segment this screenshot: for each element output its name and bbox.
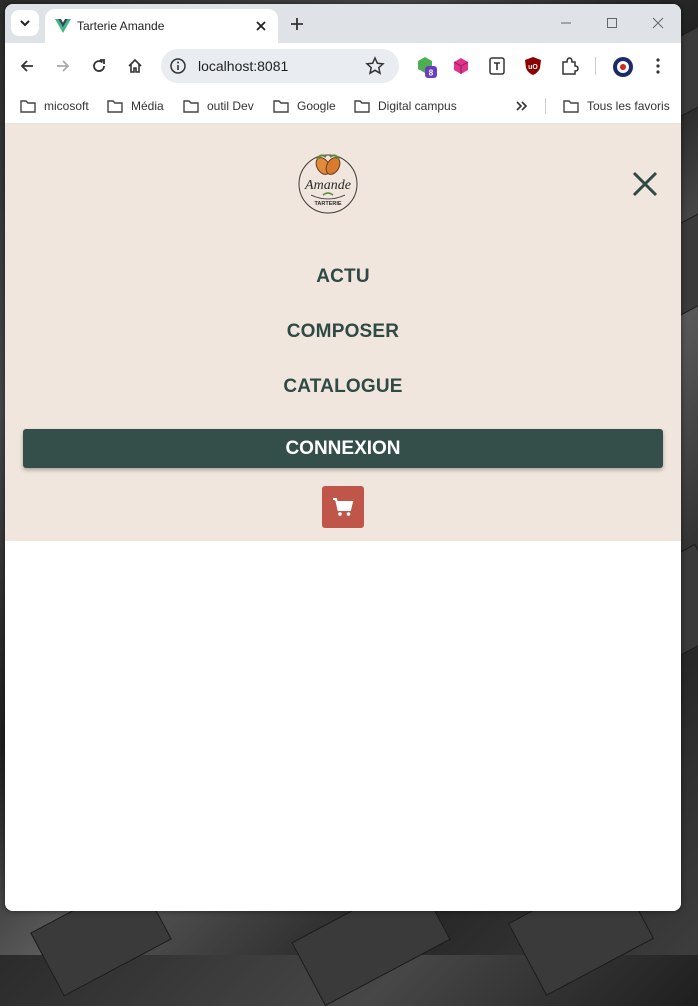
profile-button[interactable] — [612, 56, 633, 77]
extension-vue-devtools[interactable]: 8 — [416, 56, 437, 78]
extension-text[interactable] — [487, 56, 507, 76]
address-text[interactable]: localhost:8081 — [198, 58, 288, 74]
back-button[interactable] — [13, 52, 41, 80]
minimize-icon — [561, 22, 571, 24]
mobile-nav-menu: Amande TARTERIE ACTU COMPOSER CATALOGUE … — [5, 124, 681, 541]
bookmark-label: outil Dev — [207, 99, 254, 113]
svg-text:uO: uO — [528, 64, 538, 71]
reload-button[interactable] — [85, 52, 113, 80]
nav-link-composer[interactable]: COMPOSER — [5, 321, 681, 343]
chevron-down-icon — [20, 20, 30, 27]
tab-strip: Tarterie Amande — [5, 4, 681, 43]
folder-icon — [563, 100, 579, 113]
double-chevron-icon — [516, 101, 528, 111]
reload-icon — [93, 59, 105, 72]
new-tab-button[interactable] — [285, 12, 309, 36]
forward-button[interactable] — [49, 52, 77, 80]
nav-link-catalogue[interactable]: CATALOGUE — [5, 376, 681, 398]
address-bar[interactable]: localhost:8081 — [161, 49, 399, 83]
extension-icon — [489, 57, 505, 75]
bookmark-label: Média — [131, 99, 164, 113]
tab-title: Tarterie Amande — [77, 19, 165, 33]
tab-close-button[interactable] — [251, 16, 271, 36]
home-button[interactable] — [121, 52, 149, 80]
tab-search-button[interactable] — [11, 10, 39, 36]
vue-favicon-icon — [55, 19, 71, 33]
logo-subtext: TARTERIE — [314, 201, 341, 207]
extension-icon: 8 — [418, 57, 437, 78]
window-close-button[interactable] — [646, 13, 670, 33]
all-bookmarks-folder[interactable]: Tous les favoris — [563, 97, 670, 115]
browser-window: Tarterie Amande localhost:8081 8 uO mico… — [5, 4, 681, 911]
cart-button[interactable] — [322, 486, 364, 528]
bookmarks-bar: micosoft Média outil Dev Google Digital … — [5, 89, 681, 124]
plus-icon — [291, 18, 303, 30]
extension-cube[interactable] — [451, 56, 471, 76]
more-bookmarks-button[interactable] — [515, 97, 537, 115]
extension-icon: uO — [525, 57, 541, 75]
extensions-button[interactable] — [559, 56, 579, 76]
maximize-button[interactable] — [600, 13, 624, 33]
toolbar-separator — [595, 57, 596, 75]
info-icon[interactable] — [169, 57, 187, 75]
extension-badge: 8 — [429, 69, 434, 78]
folder-icon — [20, 100, 36, 113]
minimize-button[interactable] — [554, 13, 578, 33]
page-content: Amande TARTERIE ACTU COMPOSER CATALOGUE … — [5, 124, 681, 911]
home-icon — [128, 58, 142, 73]
extension-icon — [453, 58, 469, 74]
browser-toolbar: localhost:8081 8 uO — [5, 43, 681, 89]
browser-tab[interactable]: Tarterie Amande — [45, 9, 278, 43]
bookmark-label: Digital campus — [378, 99, 457, 113]
bookmark-folder[interactable]: micosoft — [20, 97, 89, 115]
bookmark-folder[interactable]: Digital campus — [354, 97, 457, 115]
browser-menu-button[interactable] — [650, 56, 670, 76]
close-menu-icon[interactable] — [629, 168, 661, 200]
star-icon[interactable] — [365, 56, 385, 76]
logo-text: Amande — [304, 178, 351, 193]
bookmark-label: Google — [297, 99, 336, 113]
bookmarks-separator — [545, 98, 546, 114]
folder-icon — [183, 100, 199, 113]
nav-link-actu[interactable]: ACTU — [5, 266, 681, 288]
close-icon — [256, 21, 266, 31]
tarterie-amande-logo[interactable]: Amande TARTERIE — [295, 149, 361, 215]
profile-icon — [613, 57, 633, 77]
puzzle-icon — [562, 57, 579, 75]
connexion-button[interactable]: CONNEXION — [23, 429, 663, 468]
folder-icon — [354, 100, 370, 113]
maximize-icon — [607, 18, 617, 28]
bookmark-folder[interactable]: outil Dev — [183, 97, 254, 115]
close-icon — [652, 17, 664, 29]
bookmark-label: Tous les favoris — [587, 99, 670, 113]
cart-icon — [333, 498, 354, 516]
extension-ublock[interactable]: uO — [523, 56, 543, 76]
bookmark-folder[interactable]: Média — [107, 97, 164, 115]
bookmark-folder[interactable]: Google — [273, 97, 336, 115]
forward-icon — [57, 60, 70, 72]
kebab-menu-icon — [656, 58, 660, 74]
back-icon — [20, 60, 33, 72]
bookmark-label: micosoft — [44, 99, 89, 113]
folder-icon — [273, 100, 289, 113]
folder-icon — [107, 100, 123, 113]
